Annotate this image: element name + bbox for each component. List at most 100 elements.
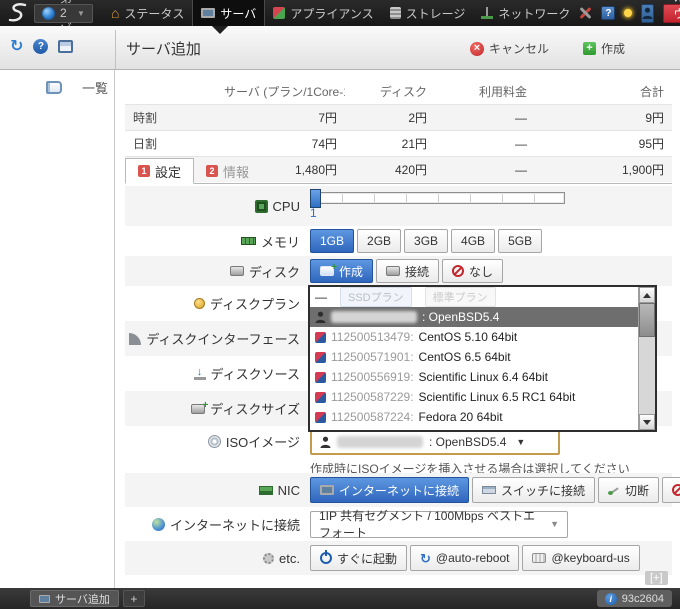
nic-option-none[interactable]: なし <box>662 477 680 503</box>
form-row-cpu: CPU 1 <box>125 186 672 226</box>
ghost-standard-plan-button: 標準プラン <box>425 287 496 307</box>
topbar-right-group: ? アカウント <box>578 4 680 23</box>
arrow-down-icon <box>643 420 651 425</box>
layout-panel-icon[interactable] <box>58 40 73 53</box>
help-tile-icon[interactable]: ? <box>601 6 615 20</box>
refresh-icon[interactable]: ↻ <box>10 40 23 54</box>
row-label: 日割 <box>125 131 220 157</box>
internet-segment-select[interactable]: 1IP 共有セグメント / 100Mbps ベストエフォート ▼ <box>310 511 568 538</box>
nic-option-internet[interactable]: インターネットに接続 <box>310 477 469 503</box>
tools-icon[interactable] <box>578 6 592 20</box>
etc-option-keyboard-us[interactable]: @keyboard-us <box>522 545 639 571</box>
server-icon <box>39 595 50 603</box>
status-icon: ⌂ <box>111 7 119 20</box>
new-tab-button[interactable]: + <box>123 590 145 607</box>
internet-label: インターネットに接続 <box>170 515 300 534</box>
table-row: 日割 74円 21円 — 95円 <box>125 131 672 157</box>
create-button[interactable]: + 作成 <box>583 40 625 57</box>
iso-selected-value: : OpenBSD5.4 <box>429 435 506 449</box>
cell-server: 7円 <box>220 105 345 131</box>
disk-size-label: ディスクサイズ <box>210 399 300 418</box>
ghost-ssd-plan-button: SSDプラン <box>340 287 412 307</box>
dropdown-item-scientific64[interactable]: 112500556919: Scientific Linux 6.4 64bit <box>310 367 638 387</box>
dropdown-item-centos510[interactable]: 112500513479: CentOS 5.10 64bit <box>310 327 638 347</box>
dropdown-item-centos65[interactable]: 112500571901: CentOS 6.5 64bit <box>310 347 638 367</box>
create-label: 作成 <box>601 40 625 57</box>
disk-source-icon: ↓ <box>194 368 206 380</box>
bottom-task-bar: サーバ追加 + i 93c2604 <box>0 588 680 609</box>
switch-icon <box>482 486 496 494</box>
gear-icon <box>263 553 274 564</box>
disk-option-connect[interactable]: 接続 <box>376 259 439 283</box>
memory-label: メモリ <box>261 232 300 251</box>
nic-option-disconnect[interactable]: 切断 <box>598 477 659 503</box>
appliance-icon <box>273 7 285 19</box>
cancel-label: キャンセル <box>489 40 549 57</box>
cell-total: 95円 <box>535 131 672 157</box>
scrollbar-thumb[interactable] <box>639 303 655 337</box>
tab-info[interactable]: 2 情報 <box>194 158 261 184</box>
scroll-down-button[interactable] <box>639 414 655 430</box>
zone-selector[interactable]: 石狩第2ゾーン ▼ <box>34 4 93 23</box>
bottom-tab-label: サーバ追加 <box>55 591 110 607</box>
disconnect-icon <box>608 484 620 496</box>
menu-network-label: ネットワーク <box>498 5 570 22</box>
menu-server[interactable]: サーバ <box>192 0 265 26</box>
disk-option-create[interactable]: +作成 <box>310 259 373 283</box>
menu-network[interactable]: ネットワーク <box>473 0 578 26</box>
memory-option-1gb[interactable]: 1GB <box>310 229 354 253</box>
sidebar-item-list[interactable]: 一覧 <box>0 70 114 105</box>
disk-source-dropdown: — SSDプラン 標準プラン : OpenBSD5.4 112500513479… <box>308 285 657 432</box>
etc-option-boot-now[interactable]: すぐに起動 <box>310 545 407 571</box>
book-icon <box>46 81 62 94</box>
no-nic-icon <box>672 484 680 496</box>
nic-option-switch[interactable]: スイッチに接続 <box>472 477 595 503</box>
no-disk-icon <box>452 265 464 277</box>
menu-storage[interactable]: ストレージ <box>382 0 474 26</box>
redacted-id <box>331 311 417 323</box>
top-menu-bar: 石狩第2ゾーン ▼ ⌂ ステータス サーバ アプライアンス ストレージ ネットワ… <box>0 0 680 26</box>
menu-appliance[interactable]: アプライアンス <box>265 0 381 26</box>
tab-settings[interactable]: 1 設定 <box>125 158 194 184</box>
scroll-up-button[interactable] <box>639 287 655 303</box>
storage-icon <box>390 7 401 19</box>
page-title: サーバ追加 <box>126 38 201 59</box>
etc-option-auto-reboot[interactable]: ↻@auto-reboot <box>410 545 519 571</box>
memory-option-4gb[interactable]: 4GB <box>451 229 495 253</box>
account-button[interactable]: アカウント <box>663 4 680 23</box>
logo-icon <box>4 2 30 24</box>
dropdown-scrollbar[interactable] <box>638 287 655 430</box>
nic-label: NIC <box>278 483 300 498</box>
user-avatar[interactable] <box>641 4 654 23</box>
memory-option-5gb[interactable]: 5GB <box>498 229 542 253</box>
dropdown-item-freebsd[interactable]: 112500518486: FreeBSD 9.1-RELEASE 64bit <box>310 427 638 430</box>
cpu-slider[interactable] <box>310 192 565 204</box>
internet-selected-value: 1IP 共有セグメント / 100Mbps ベストエフォート <box>319 507 544 541</box>
sakura-cloud-logo[interactable] <box>0 0 34 26</box>
cancel-button[interactable]: × キャンセル <box>470 40 549 57</box>
cpu-slider-value: 1 <box>310 206 565 220</box>
divider <box>115 30 116 69</box>
disk-option-none[interactable]: なし <box>442 259 503 283</box>
plus-icon: + <box>583 42 596 55</box>
menu-status[interactable]: ⌂ ステータス <box>103 0 192 26</box>
cpu-label: CPU <box>273 199 300 214</box>
dropdown-item-openbsd[interactable]: : OpenBSD5.4 <box>310 307 638 327</box>
tab-number-badge: 1 <box>138 165 150 177</box>
menu-storage-label: ストレージ <box>406 5 466 22</box>
help-icon[interactable]: ? <box>33 39 48 54</box>
iso-select[interactable]: : OpenBSD5.4 ▼ <box>310 428 560 455</box>
disk-interface-label: ディスクインターフェース <box>146 329 300 348</box>
chevron-down-icon: ▼ <box>516 437 525 447</box>
expand-badge[interactable]: [+] <box>645 571 668 585</box>
sidebar-item-label: 一覧 <box>82 78 108 97</box>
memory-option-2gb[interactable]: 2GB <box>357 229 401 253</box>
cpu-slider-handle[interactable] <box>310 189 321 208</box>
bottom-tab-server-add[interactable]: サーバ追加 <box>30 590 119 607</box>
menu-appliance-label: アプライアンス <box>290 5 373 22</box>
memory-option-3gb[interactable]: 3GB <box>404 229 448 253</box>
dropdown-item-scientific65[interactable]: 112500587229: Scientific Linux 6.5 RC1 6… <box>310 387 638 407</box>
version-chip: i 93c2604 <box>597 590 672 607</box>
dropdown-item-none[interactable]: — SSDプラン 標準プラン <box>310 287 638 307</box>
dropdown-item-fedora20[interactable]: 112500587224: Fedora 20 64bit <box>310 407 638 427</box>
